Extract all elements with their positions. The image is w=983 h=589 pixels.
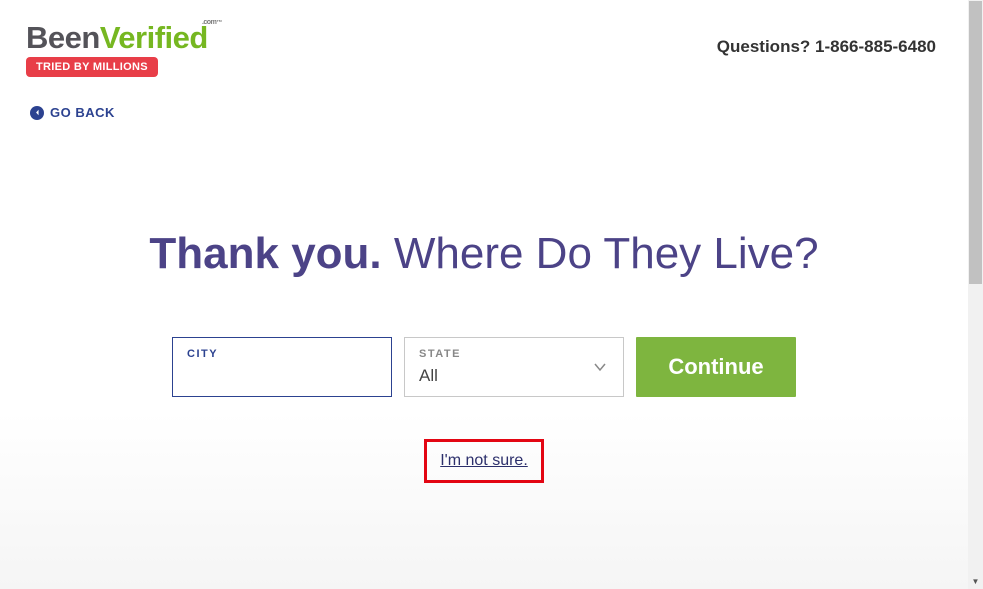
- go-back-label: GO BACK: [50, 105, 115, 120]
- chevron-left-icon: [30, 106, 44, 120]
- logo-part1: Been: [26, 20, 100, 55]
- heading-bold: Thank you.: [149, 229, 381, 278]
- scroll-down-icon[interactable]: ▼: [968, 574, 983, 589]
- scrollbar[interactable]: ▲ ▼: [968, 0, 983, 589]
- page-heading: Thank you. Where Do They Live?: [0, 226, 968, 281]
- questions-phone: Questions? 1-866-885-6480: [717, 37, 936, 57]
- scrollbar-thumb[interactable]: [969, 1, 982, 284]
- location-form: CITY STATE All Continue: [0, 337, 968, 397]
- logo-suffix: .com™: [202, 19, 222, 27]
- not-sure-highlight: I'm not sure.: [424, 439, 544, 483]
- chevron-down-icon: [593, 360, 607, 374]
- city-field-wrap[interactable]: CITY: [172, 337, 392, 397]
- logo-badge: TRIED BY MILLIONS: [26, 57, 158, 77]
- logo-part2: Verified: [100, 20, 208, 55]
- state-select[interactable]: STATE All: [404, 337, 624, 397]
- city-input[interactable]: [187, 368, 377, 388]
- city-label: CITY: [187, 348, 218, 360]
- continue-button[interactable]: Continue: [636, 337, 796, 397]
- logo-text: BeenVerified .com™: [26, 22, 208, 53]
- logo[interactable]: BeenVerified .com™ TRIED BY MILLIONS: [26, 22, 208, 77]
- state-label: STATE: [419, 348, 461, 360]
- not-sure-link[interactable]: I'm not sure.: [440, 452, 528, 470]
- heading-rest: Where Do They Live?: [382, 229, 819, 278]
- go-back-link[interactable]: GO BACK: [30, 105, 115, 120]
- state-value: All: [419, 366, 438, 386]
